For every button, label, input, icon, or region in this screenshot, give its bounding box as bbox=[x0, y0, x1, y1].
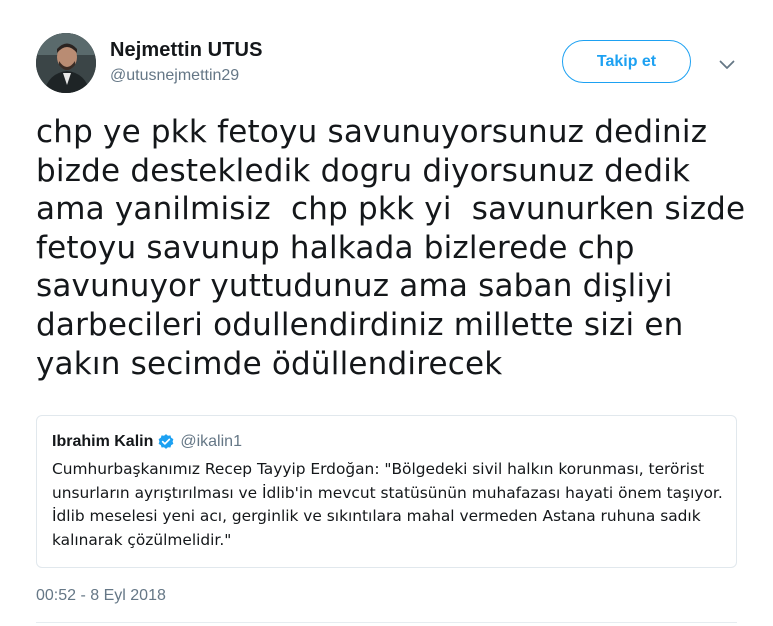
quoted-author-name: Ibrahim Kalin bbox=[52, 433, 154, 450]
quoted-author-handle: @ikalin1 bbox=[180, 433, 242, 450]
tweet-text-line: yakın secimde ödüllendirecek bbox=[36, 345, 503, 382]
tweet-text-line: darbecileri odullendirdiniz millette siz… bbox=[36, 306, 684, 343]
tweet-text-line: fetoyu savunup halkada bizlerede chp bbox=[36, 229, 635, 266]
quoted-tweet[interactable]: Ibrahim Kalin @ikalin1 Cumhurbaşkanımız … bbox=[36, 415, 737, 568]
quoted-tweet-header: Ibrahim Kalin @ikalin1 bbox=[52, 433, 242, 451]
tweet-text-line: savunuyor yuttudunuz ama saban dişliyi bbox=[36, 268, 673, 305]
quoted-tweet-text: Cumhurbaşkanımız Recep Tayyip Erdoğan: "… bbox=[52, 458, 723, 552]
author-handle[interactable]: @utusnejmettin29 bbox=[110, 67, 239, 85]
divider bbox=[36, 622, 737, 623]
tweet-text-line: ama yanilmisiz chp pkk yi savunurken siz… bbox=[36, 191, 746, 228]
follow-button[interactable]: Takip et bbox=[562, 40, 691, 83]
tweet-text-line: chp ye pkk fetoyu savunuyorsunuz dediniz bbox=[36, 114, 708, 150]
author-name[interactable]: Nejmettin UTUS bbox=[110, 39, 263, 62]
tweet-card: Nejmettin UTUS @utusnejmettin29 Takip et… bbox=[0, 0, 773, 626]
quoted-text-line: unsurların ayrıştırılması ve İdlib'in me… bbox=[52, 483, 723, 502]
tweet-text: chp ye pkk fetoyu savunuyorsunuz dediniz… bbox=[36, 113, 746, 383]
verified-badge-icon bbox=[157, 433, 175, 451]
quoted-text-line: Cumhurbaşkanımız Recep Tayyip Erdoğan: "… bbox=[52, 460, 705, 478]
tweet-timestamp[interactable]: 00:52 - 8 Eyl 2018 bbox=[36, 587, 166, 605]
avatar[interactable] bbox=[36, 33, 96, 93]
tweet-text-line: bizde destekledik dogru diyorsunuz dedik bbox=[36, 152, 691, 189]
chevron-down-icon[interactable] bbox=[715, 55, 739, 75]
quoted-text-line: İdlib meselesi yeni acı, gerginlik ve sı… bbox=[52, 507, 701, 525]
quoted-text-line: kalınarak çözülmelidir." bbox=[52, 530, 232, 549]
